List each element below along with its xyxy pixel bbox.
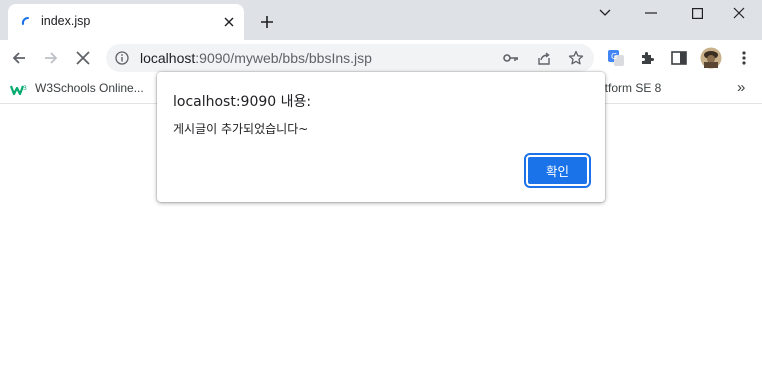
- new-tab-button[interactable]: [256, 11, 278, 33]
- bookmarks-overflow-button[interactable]: »: [737, 79, 745, 96]
- back-button[interactable]: [5, 44, 33, 72]
- tab-strip: index.jsp: [0, 0, 762, 40]
- loading-icon: [21, 17, 29, 25]
- google-translate-icon[interactable]: G: [605, 47, 627, 69]
- extensions-puzzle-icon[interactable]: [637, 47, 659, 69]
- bookmark-w3schools[interactable]: W3Schools Online...: [35, 81, 144, 95]
- svg-text:G: G: [611, 52, 617, 61]
- share-icon[interactable]: [535, 49, 553, 67]
- dialog-title: localhost:9090 내용:: [173, 94, 312, 110]
- dialog-message: 게시글이 추가되었습니다~: [173, 122, 309, 136]
- stop-icon: [76, 51, 90, 65]
- tab-search-chevron-down-icon[interactable]: [582, 0, 628, 26]
- key-icon[interactable]: [502, 49, 520, 67]
- maximize-icon[interactable]: [674, 0, 720, 26]
- close-icon[interactable]: [716, 0, 762, 26]
- address-bar[interactable]: localhost:9090/myweb/bbs/bbsIns.jsp: [106, 44, 594, 72]
- svg-text:3: 3: [23, 85, 27, 92]
- alert-dialog: localhost:9090 내용: 게시글이 추가되었습니다~ 확인: [157, 72, 605, 202]
- info-icon[interactable]: [115, 51, 129, 65]
- tab-title: index.jsp: [41, 14, 91, 28]
- side-panel-icon[interactable]: [668, 47, 690, 69]
- arrow-right-icon: [45, 52, 58, 64]
- profile-avatar[interactable]: [700, 47, 722, 69]
- forward-button[interactable]: [37, 44, 65, 72]
- star-icon[interactable]: [567, 49, 585, 67]
- tab-active[interactable]: index.jsp: [8, 4, 244, 40]
- tab-close-icon[interactable]: [220, 13, 238, 31]
- url-text: localhost:9090/myweb/bbs/bbsIns.jsp: [140, 50, 372, 66]
- browser-toolbar: localhost:9090/myweb/bbs/bbsIns.jsp G: [0, 40, 762, 76]
- w3schools-icon: 3: [10, 85, 27, 96]
- arrow-left-icon: [12, 52, 25, 64]
- minimize-icon[interactable]: [628, 0, 674, 26]
- ok-button[interactable]: 확인: [524, 153, 591, 188]
- stop-loading-button[interactable]: [69, 44, 97, 72]
- bookmark-java-platform[interactable]: atform SE 8: [598, 81, 661, 95]
- more-menu-icon[interactable]: [733, 47, 755, 69]
